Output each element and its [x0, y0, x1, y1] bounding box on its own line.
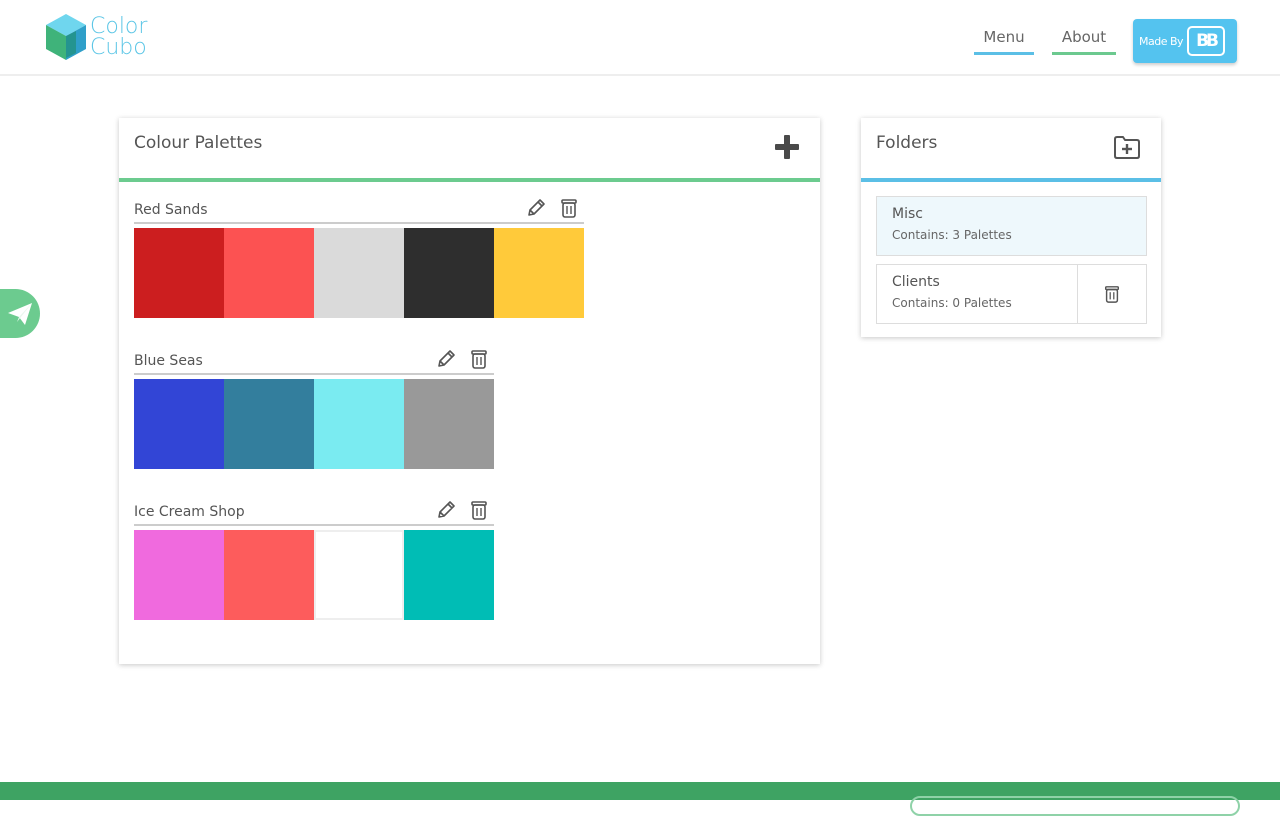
- footer-input[interactable]: [910, 796, 1240, 816]
- logo-text: Color Cubo: [90, 14, 148, 60]
- palette-header: Red Sands: [134, 196, 584, 224]
- footer-bar: [0, 782, 1280, 816]
- delete-folder-button[interactable]: [1077, 265, 1146, 323]
- palette-blue-seas[interactable]: Blue Seas: [134, 347, 494, 469]
- palette-header: Ice Cream Shop: [134, 498, 494, 526]
- palette-name: Ice Cream Shop: [134, 504, 245, 520]
- folder-item-clients[interactable]: Clients Contains: 0 Palettes: [876, 264, 1147, 324]
- add-folder-icon[interactable]: [1113, 134, 1141, 160]
- send-feedback-button[interactable]: [0, 289, 40, 338]
- color-swatch[interactable]: [404, 379, 494, 469]
- folder-name: Clients: [892, 274, 940, 290]
- trash-icon[interactable]: [469, 500, 489, 520]
- folder-main[interactable]: Clients Contains: 0 Palettes: [877, 265, 1077, 323]
- color-swatch[interactable]: [224, 379, 314, 469]
- color-swatch[interactable]: [314, 530, 404, 620]
- nav-menu-link[interactable]: Menu: [974, 28, 1034, 55]
- palettes-title: Colour Palettes: [134, 133, 263, 153]
- folder-count: Contains: 0 Palettes: [892, 296, 1012, 310]
- color-swatch[interactable]: [224, 228, 314, 318]
- pencil-icon[interactable]: [526, 198, 546, 218]
- color-swatch[interactable]: [134, 379, 224, 469]
- folder-item-misc[interactable]: Misc Contains: 3 Palettes: [876, 196, 1147, 256]
- logo-line2: Cubo: [90, 35, 147, 60]
- swatch-row: [134, 228, 584, 318]
- pencil-icon[interactable]: [436, 349, 456, 369]
- trash-icon[interactable]: [559, 198, 579, 218]
- cube-logo-icon: [46, 14, 86, 60]
- made-by-button[interactable]: Made By BB: [1133, 19, 1237, 63]
- color-swatch[interactable]: [314, 379, 404, 469]
- app-logo[interactable]: Color Cubo: [44, 12, 147, 62]
- palette-ice-cream-shop[interactable]: Ice Cream Shop: [134, 498, 494, 620]
- palette-name: Blue Seas: [134, 353, 203, 369]
- palettes-card-header: Colour Palettes: [119, 118, 820, 182]
- logo-line1: Color: [90, 14, 148, 39]
- folder-count: Contains: 3 Palettes: [892, 228, 1012, 242]
- color-swatch[interactable]: [224, 530, 314, 620]
- top-header: Color Cubo Menu About Made By BB: [0, 0, 1280, 76]
- nav-about-link[interactable]: About: [1052, 28, 1116, 55]
- made-by-logo: BB: [1187, 26, 1226, 56]
- folder-name: Misc: [892, 206, 923, 222]
- color-swatch[interactable]: [404, 530, 494, 620]
- color-swatch[interactable]: [314, 228, 404, 318]
- palette-header: Blue Seas: [134, 347, 494, 375]
- add-palette-icon[interactable]: [774, 134, 800, 160]
- paper-plane-icon: [8, 302, 32, 325]
- folders-card: Folders Misc Contains: 3 Palettes Client…: [861, 118, 1161, 337]
- folders-card-header: Folders: [861, 118, 1161, 182]
- palettes-card: Colour Palettes Red Sands Blue Seas Ice …: [119, 118, 820, 664]
- color-swatch[interactable]: [404, 228, 494, 318]
- swatch-row: [134, 530, 494, 620]
- palette-name: Red Sands: [134, 202, 208, 218]
- color-swatch[interactable]: [134, 228, 224, 318]
- color-swatch[interactable]: [494, 228, 584, 318]
- swatch-row: [134, 379, 494, 469]
- trash-icon: [1104, 286, 1120, 303]
- made-by-label: Made By: [1139, 34, 1184, 48]
- trash-icon[interactable]: [469, 349, 489, 369]
- pencil-icon[interactable]: [436, 500, 456, 520]
- palette-red-sands[interactable]: Red Sands: [134, 196, 584, 318]
- color-swatch[interactable]: [134, 530, 224, 620]
- folders-title: Folders: [876, 133, 938, 153]
